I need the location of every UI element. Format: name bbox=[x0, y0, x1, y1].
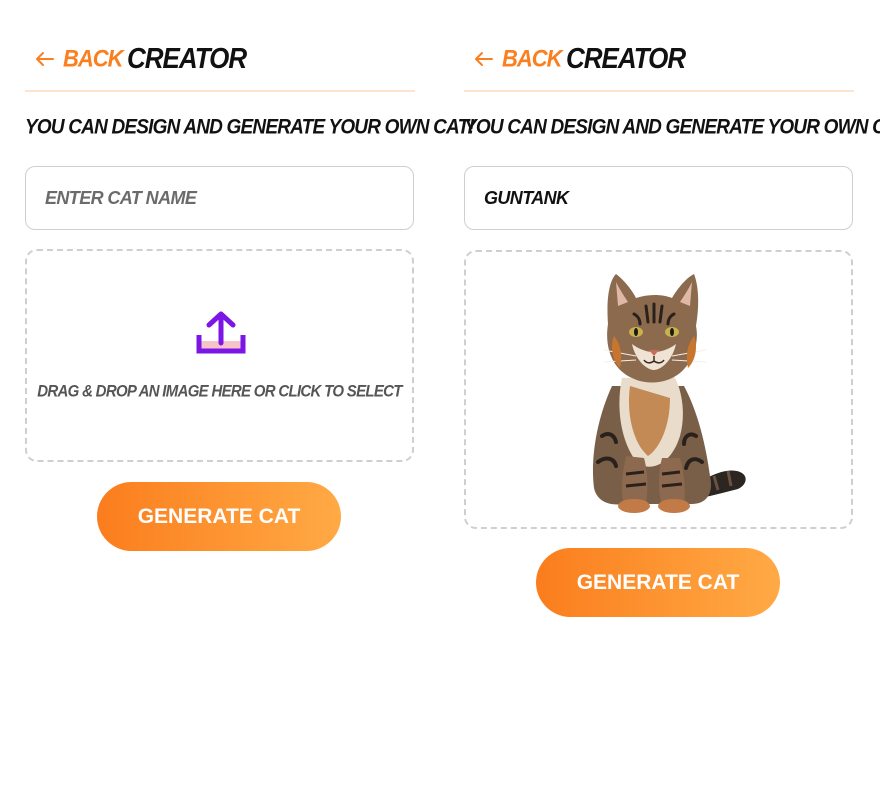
header: BACK CREATOR bbox=[464, 40, 854, 92]
cat-image bbox=[592, 274, 746, 513]
page-title: CREATOR bbox=[127, 41, 247, 75]
back-label: BACK bbox=[63, 44, 124, 73]
cat-name-input[interactable] bbox=[464, 166, 853, 230]
creator-screen-empty: BACK CREATOR YOU CAN DESIGN AND GENERATE… bbox=[25, 0, 475, 794]
back-button[interactable]: BACK bbox=[35, 44, 124, 73]
arrow-left-icon bbox=[475, 52, 493, 66]
back-button[interactable]: BACK bbox=[474, 44, 563, 73]
back-label: BACK bbox=[502, 44, 563, 73]
generate-cat-button[interactable]: GENERATE CAT bbox=[536, 548, 780, 617]
header: BACK CREATOR bbox=[25, 40, 415, 92]
generate-cat-button[interactable]: GENERATE CAT bbox=[97, 482, 341, 551]
page-title: CREATOR bbox=[566, 41, 686, 75]
dropzone-instructions: DRAG & DROP AN IMAGE HERE OR CLICK TO SE… bbox=[37, 382, 402, 401]
image-dropzone[interactable]: DRAG & DROP AN IMAGE HERE OR CLICK TO SE… bbox=[25, 249, 414, 462]
cat-name-input[interactable] bbox=[25, 166, 414, 230]
image-dropzone[interactable] bbox=[464, 250, 853, 529]
arrow-left-icon bbox=[36, 52, 54, 66]
creator-screen-filled: BACK CREATOR YOU CAN DESIGN AND GENERATE… bbox=[464, 0, 880, 794]
upload-icon bbox=[196, 311, 246, 354]
subtitle: YOU CAN DESIGN AND GENERATE YOUR OWN CAT… bbox=[25, 115, 475, 139]
subtitle: YOU CAN DESIGN AND GENERATE YOUR OWN CAT… bbox=[464, 115, 880, 139]
